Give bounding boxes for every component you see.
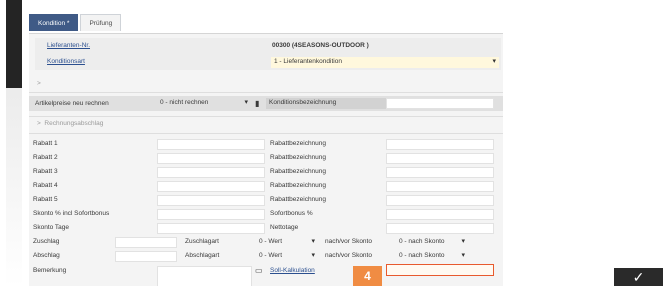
rabatt-desc-input[interactable] (386, 167, 494, 178)
left-dark-edge (6, 0, 22, 88)
rabatt-label: Rabatt 2 (33, 154, 58, 161)
zuschlag-skonto-value: 0 - nach Skonto (399, 238, 445, 245)
recalc-value: 0 - nicht rechnen (160, 99, 209, 106)
abschlag-row: Abschlag Abschlagart 0 - Wert ▾ nach/vor… (29, 250, 503, 263)
device-icon[interactable]: ▮ (255, 99, 259, 108)
rabatt-input[interactable] (157, 153, 265, 164)
rabatt-row: Rabatt 3 Rabattbezeichnung (29, 166, 503, 179)
zuschlag-input[interactable] (115, 237, 177, 248)
rabatt-input[interactable] (157, 195, 265, 206)
condition-type-link[interactable]: Konditionsart (47, 58, 85, 65)
abschlag-label: Abschlag (33, 252, 60, 259)
recalc-row: Artikelpreise neu rechnen 0 - nicht rech… (29, 96, 503, 111)
divider (29, 116, 503, 117)
zuschlagart-value: 0 - Wert (259, 238, 282, 245)
rabatt-desc-label: Rabattbezeichnung (270, 182, 327, 189)
section-toggle[interactable]: > (37, 80, 511, 92)
divider (29, 133, 503, 134)
zuschlag-row: Zuschlag Zuschlagart 0 - Wert ▾ nach/vor… (29, 236, 503, 249)
supplier-number-value: 00300 (4SEASONS-OUTDOOR ) (272, 42, 369, 49)
abschlag-skonto-value: 0 - nach Skonto (399, 252, 445, 259)
nettotage-label: Nettotage (270, 224, 299, 231)
rabatt-desc-input[interactable] (386, 139, 494, 150)
recalc-label: Artikelpreise neu rechnen (35, 100, 109, 107)
skonto-tage-input[interactable] (157, 223, 265, 234)
bemerkung-textarea[interactable] (157, 266, 252, 286)
divider (29, 92, 503, 93)
sofortbonus-input[interactable] (386, 209, 494, 220)
condition-desc-input[interactable] (386, 98, 494, 109)
condition-type-select[interactable]: 1 - Lieferantenkondition ▾ (271, 57, 499, 68)
abschlagart-label: Abschlagart (185, 252, 220, 259)
skonto-label: Skonto % incl Sofortbonus (33, 210, 110, 217)
bemerkung-label: Bemerkung (33, 267, 67, 274)
supplier-number-link[interactable]: Lieferanten-Nr. (47, 42, 90, 49)
condition-type-value: 1 - Lieferantenkondition (274, 58, 342, 65)
rabatt-desc-label: Rabattbezeichnung (270, 196, 327, 203)
tab-kondition[interactable]: Kondition * (29, 14, 79, 31)
chevron-down-icon: ▾ (461, 252, 465, 259)
rabatt-input[interactable] (157, 167, 265, 178)
condition-desc-label: Konditionsbezeichnung (269, 99, 337, 106)
rabatt-input[interactable] (157, 139, 265, 150)
condition-desc-label-box: Konditionsbezeichnung (266, 98, 386, 109)
skonto-tage-label: Skonto Tage (33, 224, 70, 231)
zuschlagart-label: Zuschlagart (185, 238, 219, 245)
abschlagart-value: 0 - Wert (259, 252, 282, 259)
rabatt-label: Rabatt 1 (33, 140, 58, 147)
rabatt-label: Rabatt 4 (33, 182, 58, 189)
rabatt-desc-label: Rabattbezeichnung (270, 154, 327, 161)
tab-bar: Kondition * Prüfung (29, 14, 123, 33)
abschlagart-select[interactable]: 0 - Wert ▾ (256, 251, 318, 262)
rabatt-label: Rabatt 5 (33, 196, 58, 203)
abschlag-skonto-label: nach/vor Skonto (325, 252, 372, 259)
rabatt-desc-input[interactable] (386, 181, 494, 192)
rabatt-desc-label: Rabattbezeichnung (270, 140, 327, 147)
zuschlag-label: Zuschlag (33, 238, 60, 245)
condition-form: Lieferanten-Nr. 00300 (4SEASONS-OUTDOOR … (29, 33, 503, 286)
check-icon[interactable]: ✓ (614, 268, 663, 286)
rabatt-label: Rabatt 3 (33, 168, 58, 175)
chevron-down-icon: ▾ (461, 238, 465, 245)
skonto-tage-row: Skonto Tage Nettotage (29, 222, 503, 235)
step-badge: 4 (353, 266, 382, 286)
zuschlag-skonto-label: nach/vor Skonto (325, 238, 372, 245)
zuschlagart-select[interactable]: 0 - Wert ▾ (256, 237, 318, 248)
rabatt-row: Rabatt 4 Rabattbezeichnung (29, 180, 503, 193)
header-block: Lieferanten-Nr. 00300 (4SEASONS-OUTDOOR … (35, 38, 501, 70)
chevron-down-icon: ▾ (311, 238, 315, 245)
edit-icon[interactable]: ▭ (255, 266, 263, 275)
section-title: Rechnungsabschlag (44, 120, 104, 127)
skonto-input[interactable] (157, 209, 265, 220)
rabatt-row: Rabatt 5 Rabattbezeichnung (29, 194, 503, 207)
rabatt-desc-input[interactable] (386, 153, 494, 164)
section-rechnungsabschlag[interactable]: > Rechnungsabschlag (37, 120, 511, 132)
highlighted-input[interactable] (386, 264, 494, 276)
zuschlag-skonto-select[interactable]: 0 - nach Skonto ▾ (396, 237, 468, 248)
left-fade-edge (6, 88, 22, 286)
sofortbonus-label: Sofortbonus % (270, 210, 313, 217)
skonto-row: Skonto % incl Sofortbonus Sofortbonus % (29, 208, 503, 221)
rabatt-row: Rabatt 2 Rabattbezeichnung (29, 152, 503, 165)
left-gutter (0, 0, 22, 286)
chevron-down-icon: ▾ (244, 99, 248, 106)
chevron-down-icon: ▾ (492, 58, 496, 65)
abschlag-skonto-select[interactable]: 0 - nach Skonto ▾ (396, 251, 468, 262)
soll-kalkulation-link[interactable]: Soll-Kalkulation (270, 267, 315, 274)
recalc-select[interactable]: 0 - nicht rechnen ▾ (157, 98, 251, 109)
abschlag-input[interactable] (115, 251, 177, 262)
rabatt-input[interactable] (157, 181, 265, 192)
tab-pruefung[interactable]: Prüfung (80, 14, 122, 31)
rabatt-row: Rabatt 1 Rabattbezeichnung (29, 138, 503, 151)
rabatt-desc-input[interactable] (386, 195, 494, 206)
chevron-down-icon: ▾ (311, 252, 315, 259)
nettotage-input[interactable] (386, 223, 494, 234)
rabatt-desc-label: Rabattbezeichnung (270, 168, 327, 175)
